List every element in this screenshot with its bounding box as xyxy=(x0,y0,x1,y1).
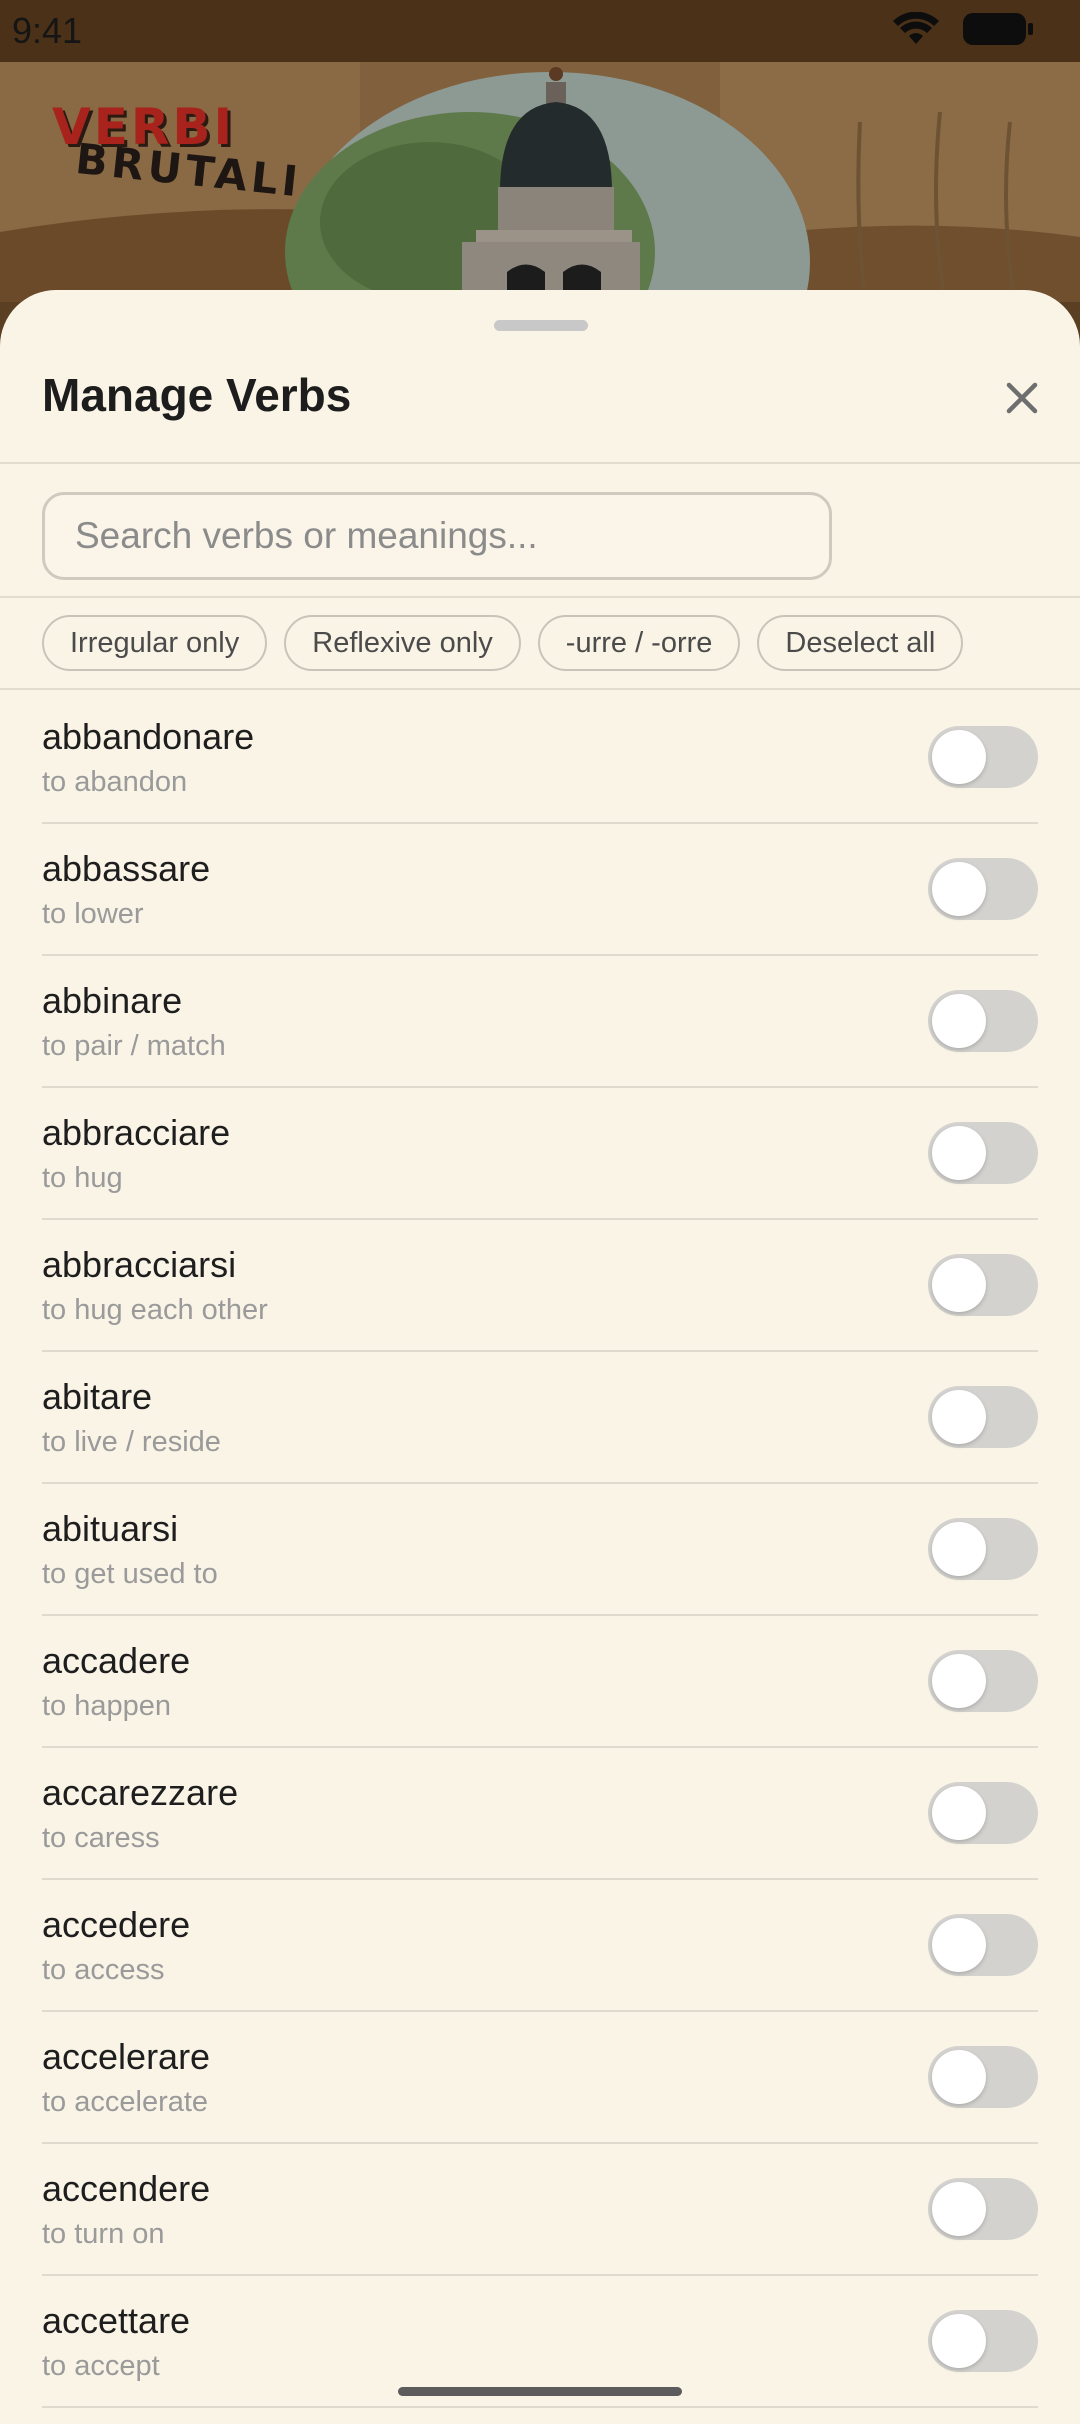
chip-urre-orre[interactable]: -urre / -orre xyxy=(537,615,741,671)
verb-name: accelerare xyxy=(42,2036,211,2077)
verb-toggle[interactable] xyxy=(928,726,1038,788)
verb-meaning: to abandon xyxy=(42,766,188,798)
verb-toggle[interactable] xyxy=(928,1782,1038,1844)
verb-row: accadere to happen xyxy=(42,1616,1038,1748)
verb-toggle[interactable] xyxy=(928,1914,1038,1976)
verb-meaning: to caress xyxy=(42,1822,160,1854)
chip-deselect-all[interactable]: Deselect all xyxy=(757,615,964,671)
verb-row: accendere to turn on xyxy=(42,2144,1038,2276)
verb-name: accadere xyxy=(42,1640,191,1681)
verb-meaning: to get used to xyxy=(42,1558,218,1590)
chip-irregular-only[interactable]: Irregular only xyxy=(42,615,268,671)
verb-row: accarezzare to caress xyxy=(42,1748,1038,1880)
toggle-knob xyxy=(932,1126,986,1180)
toggle-knob xyxy=(932,2050,986,2104)
status-time: 9:41 xyxy=(12,10,83,51)
background-scene: VERBI BRUTALI xyxy=(0,62,1080,302)
toggle-knob xyxy=(932,1258,986,1312)
verb-toggle[interactable] xyxy=(928,1122,1038,1184)
verb-row: abitare to live / reside xyxy=(42,1352,1038,1484)
verb-name: accendere xyxy=(42,2168,211,2209)
wifi-icon xyxy=(892,11,940,51)
toggle-knob xyxy=(932,1918,986,1972)
verb-meaning: to lower xyxy=(42,898,144,930)
verb-name: accedere xyxy=(42,1904,191,1945)
verb-name: abbracciare xyxy=(42,1112,231,1153)
status-icons xyxy=(892,11,1034,52)
verb-row: abbandonare to abandon xyxy=(42,692,1038,824)
verb-name: abbandonare xyxy=(42,716,255,757)
sheet-grabber[interactable] xyxy=(494,320,588,331)
toggle-knob xyxy=(932,994,986,1048)
battery-icon xyxy=(962,11,1034,52)
toggle-knob xyxy=(932,2182,986,2236)
verb-row: abbinare to pair / match xyxy=(42,956,1038,1088)
verb-meaning: to happen xyxy=(42,1690,172,1722)
verb-name: accarezzare xyxy=(42,1772,239,1813)
search-section xyxy=(0,464,1080,598)
verb-toggle[interactable] xyxy=(928,1254,1038,1316)
verb-row: accedere to access xyxy=(42,1880,1038,2012)
screen: 9:41 VERBI BRUTALI Manage Verbs Search v… xyxy=(0,0,1080,2424)
app-logo: VERBI BRUTALI xyxy=(52,102,305,206)
close-button[interactable] xyxy=(992,370,1052,430)
verb-meaning: to hug xyxy=(42,1162,123,1194)
verb-toggle[interactable] xyxy=(928,2046,1038,2108)
toggle-knob xyxy=(932,2314,986,2368)
verb-row: abbracciarsi to hug each other xyxy=(42,1220,1038,1352)
verb-row: abbassare to lower xyxy=(42,824,1038,956)
verb-meaning: to accept xyxy=(42,2350,160,2382)
search-input[interactable] xyxy=(42,492,832,580)
verb-meaning: to live / reside xyxy=(42,1426,221,1458)
toggle-knob xyxy=(932,1522,986,1576)
verb-name: abbracciarsi xyxy=(42,1244,237,1285)
verb-toggle[interactable] xyxy=(928,2310,1038,2372)
verb-row: accelerare to accelerate xyxy=(42,2012,1038,2144)
verb-meaning: to accelerate xyxy=(42,2086,209,2118)
verb-meaning: to hug each other xyxy=(42,1294,268,1326)
manage-verbs-sheet: Manage Verbs Irregular only Reflexive on… xyxy=(0,290,1080,2424)
verb-toggle[interactable] xyxy=(928,858,1038,920)
verb-list: abbandonare to abandon abbassare to lowe… xyxy=(42,692,1038,2408)
verb-name: accettare xyxy=(42,2300,191,2341)
toggle-knob xyxy=(932,862,986,916)
verb-toggle[interactable] xyxy=(928,990,1038,1052)
verb-meaning: to pair / match xyxy=(42,1030,226,1062)
verb-row: abituarsi to get used to xyxy=(42,1484,1038,1616)
chip-reflexive-only[interactable]: Reflexive only xyxy=(284,615,521,671)
verb-name: abitare xyxy=(42,1376,153,1417)
verb-name: abbinare xyxy=(42,980,183,1021)
verb-row: abbracciare to hug xyxy=(42,1088,1038,1220)
sheet-header: Manage Verbs xyxy=(0,360,1080,464)
verb-toggle[interactable] xyxy=(928,1518,1038,1580)
home-indicator[interactable] xyxy=(398,2387,682,2396)
close-icon xyxy=(1005,381,1039,420)
toggle-knob xyxy=(932,1786,986,1840)
toggle-knob xyxy=(932,730,986,784)
verb-toggle[interactable] xyxy=(928,2178,1038,2240)
verb-name: abbassare xyxy=(42,848,211,889)
sheet-title: Manage Verbs xyxy=(42,369,352,421)
verb-name: abituarsi xyxy=(42,1508,179,1549)
verb-toggle[interactable] xyxy=(928,1386,1038,1448)
verb-meaning: to access xyxy=(42,1954,165,1986)
toggle-knob xyxy=(932,1654,986,1708)
status-bar: 9:41 xyxy=(0,0,1080,62)
filter-chips: Irregular only Reflexive only -urre / -o… xyxy=(0,598,1080,690)
verb-meaning: to turn on xyxy=(42,2218,165,2250)
verb-toggle[interactable] xyxy=(928,1650,1038,1712)
toggle-knob xyxy=(932,1390,986,1444)
